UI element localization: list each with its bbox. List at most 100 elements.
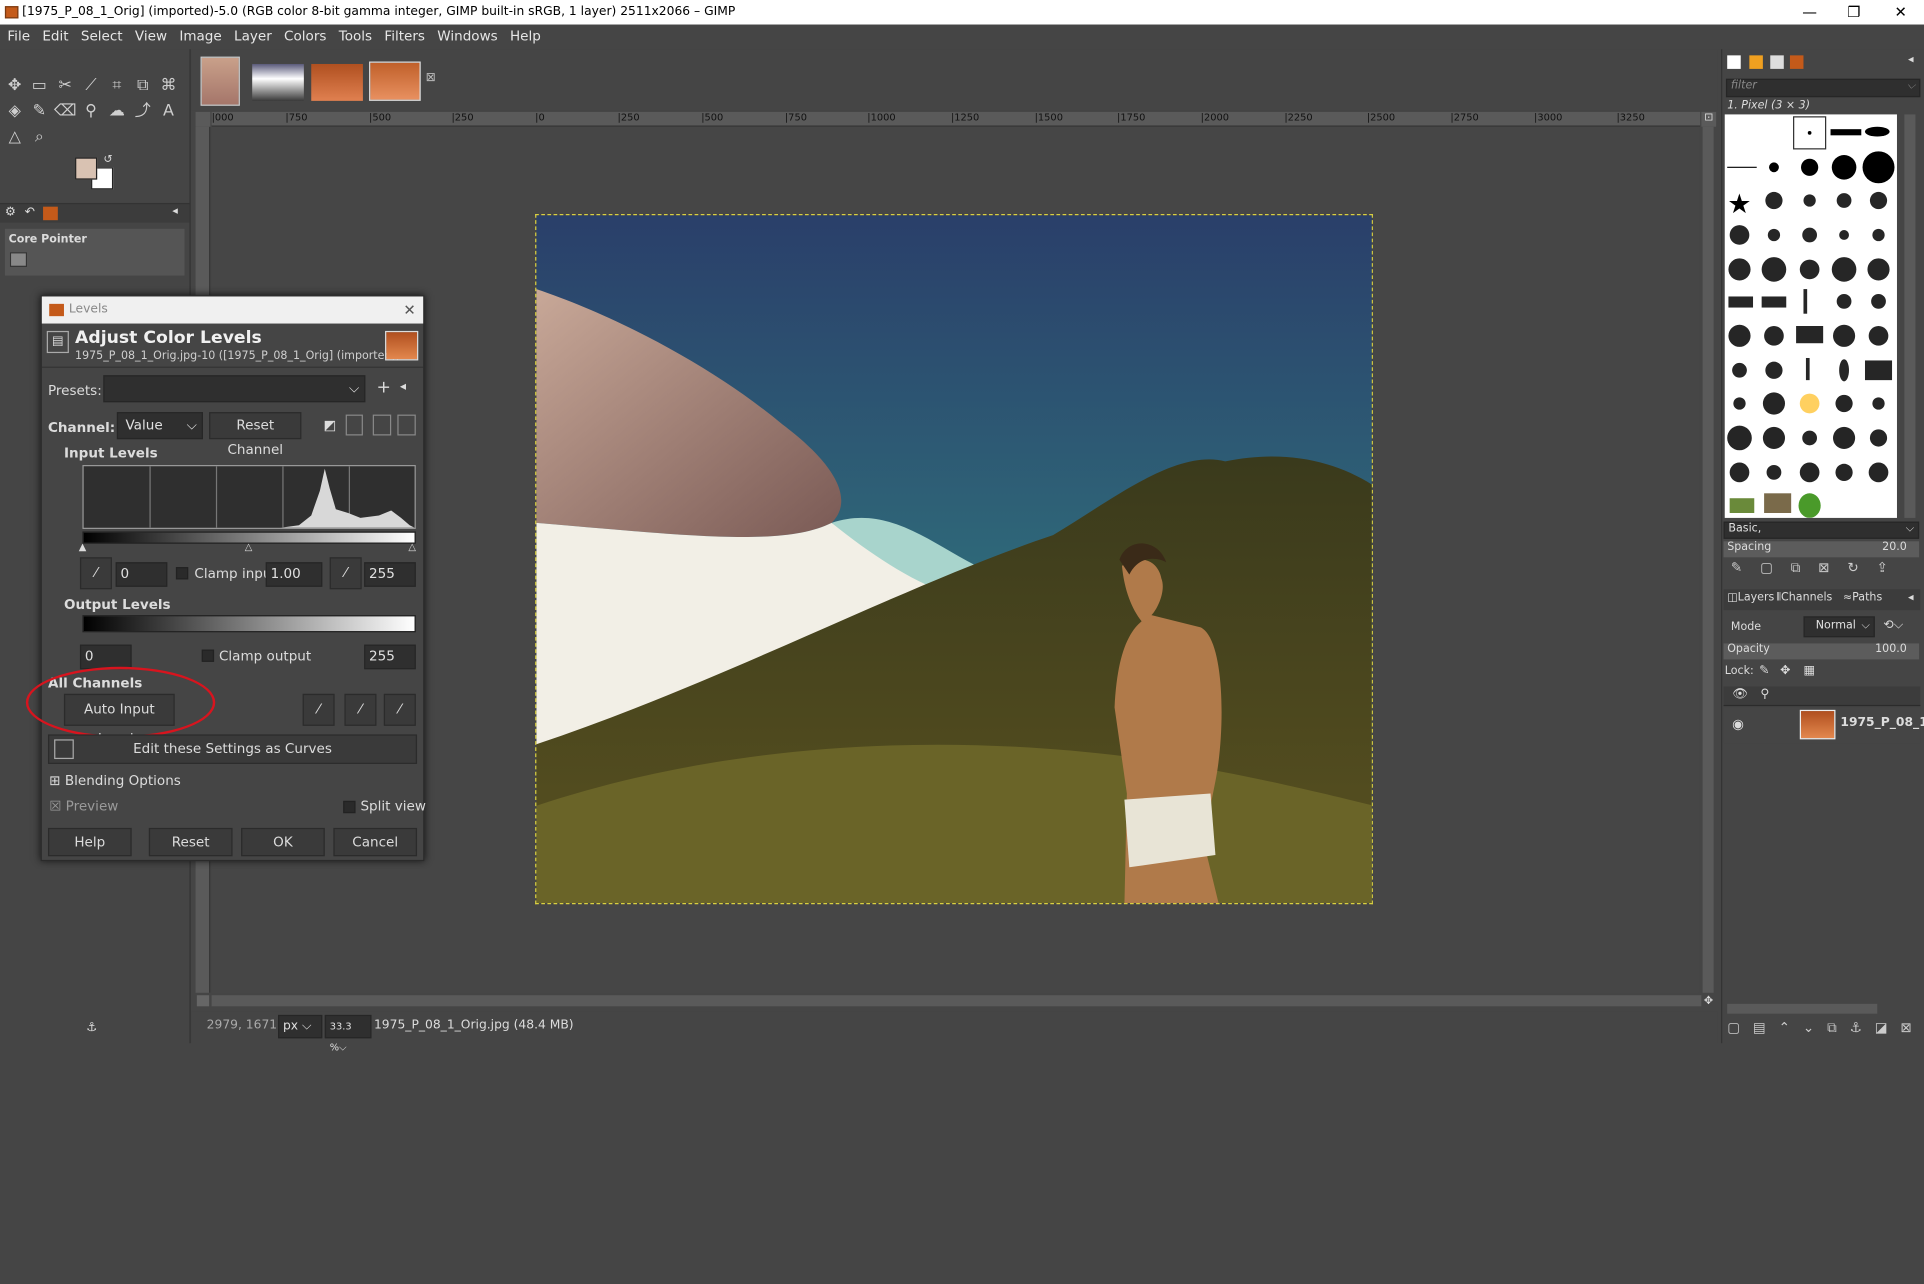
input-high-handle[interactable]: △ <box>408 541 416 552</box>
close-tab-icon[interactable]: ⊠ <box>426 71 436 85</box>
warp-transform-icon[interactable]: ⌘ <box>156 74 181 99</box>
lock-pixels-icon[interactable]: ✎ <box>1759 664 1769 678</box>
output-low-spinner[interactable]: 0 <box>79 644 132 670</box>
undo-history-tab-icon[interactable]: ↶ <box>25 205 35 219</box>
lock-position-icon[interactable]: ✥ <box>1780 664 1790 678</box>
tool-options-tab-icon[interactable]: ⚙ <box>5 205 16 219</box>
input-high-spinner[interactable]: 255 <box>364 562 416 587</box>
eye-icon[interactable]: ◉ <box>1732 716 1744 732</box>
zoom-icon[interactable]: ⌕ <box>27 125 52 150</box>
gamma-handle[interactable]: △ <box>245 541 253 552</box>
mode-switch-icon[interactable]: ⟲⌵ <box>1883 619 1903 633</box>
reset-button[interactable]: Reset <box>148 827 233 857</box>
measure-icon[interactable]: △ <box>2 125 27 150</box>
image-thumb-2[interactable] <box>252 63 304 101</box>
zoom-select[interactable]: 33.3 %⌵ <box>324 1014 372 1053</box>
image-thumb-4-active[interactable] <box>369 61 421 101</box>
menu-view[interactable]: View <box>128 25 172 50</box>
levels-close-icon[interactable]: ✕ <box>403 296 415 323</box>
anchor-layer-icon[interactable]: ⚓ <box>1850 1020 1862 1036</box>
fonts-tab-icon[interactable] <box>1770 55 1784 69</box>
menu-help[interactable]: Help <box>503 25 546 50</box>
zoom-to-fit-icon[interactable]: ⊡ <box>1701 111 1717 127</box>
black-eyedropper-button[interactable]: ⁄ <box>302 693 335 726</box>
brush-filter-input[interactable]: filter ⌵ <box>1725 78 1921 98</box>
new-brush-icon[interactable]: ▢ <box>1760 560 1773 576</box>
layer-row[interactable]: ◉ 1975_P_08_1_ <box>1723 707 1924 744</box>
help-button[interactable]: Help <box>47 827 132 857</box>
blending-options-expander[interactable]: ⊞ Blending Options <box>49 773 181 789</box>
add-preset-icon[interactable]: + <box>376 378 390 398</box>
reset-channel-button[interactable]: Reset Channel <box>209 412 302 458</box>
brush-grid[interactable]: ★ <box>1724 114 1897 518</box>
paths-tool-icon[interactable]: ⤴ <box>130 100 155 125</box>
scissors-icon[interactable]: ✂ <box>53 74 78 99</box>
raise-layer-icon[interactable]: ⌃ <box>1779 1020 1790 1036</box>
bucket-fill-icon[interactable]: ◈ <box>2 100 27 125</box>
quick-mask-toggle[interactable] <box>196 995 210 1007</box>
gradients-tab-icon[interactable] <box>1789 55 1804 69</box>
clamp-output-checkbox[interactable] <box>201 649 215 662</box>
image-thumb-1[interactable] <box>200 56 240 106</box>
duplicate-brush-icon[interactable]: ⧉ <box>1791 560 1801 576</box>
photo-image[interactable] <box>535 214 1373 905</box>
text-tool-icon[interactable]: A <box>156 100 181 125</box>
cancel-button[interactable]: Cancel <box>333 827 418 857</box>
ok-button[interactable]: OK <box>241 827 325 857</box>
menu-select[interactable]: Select <box>73 25 127 50</box>
input-low-handle[interactable]: ▲ <box>79 541 87 552</box>
gamma-spinner[interactable]: 1.00 <box>265 562 323 587</box>
dock-menu-icon[interactable]: ◂ <box>1908 54 1914 66</box>
tab-menu-icon[interactable]: ◂ <box>172 205 178 217</box>
quick-mask-corner[interactable] <box>195 111 211 127</box>
brushes-tab-icon[interactable] <box>1727 55 1741 69</box>
open-brush-icon[interactable]: ⇪ <box>1877 560 1888 576</box>
refresh-brushes-icon[interactable]: ↻ <box>1847 560 1858 576</box>
crop-icon[interactable]: ⌗ <box>105 74 130 99</box>
lock-alpha-icon[interactable]: ▦ <box>1803 664 1815 678</box>
delete-brush-icon[interactable]: ⊠ <box>1818 560 1829 576</box>
horizontal-scrollbar[interactable] <box>211 995 1702 1007</box>
menu-colors[interactable]: Colors <box>277 25 332 50</box>
lower-layer-icon[interactable]: ⌄ <box>1803 1020 1814 1036</box>
unified-transform-icon[interactable]: ⧉ <box>130 74 155 99</box>
preset-menu-icon[interactable]: ◂ <box>400 380 406 394</box>
output-high-spinner[interactable]: 255 <box>364 644 416 670</box>
clone-icon[interactable]: ⚲ <box>79 100 104 125</box>
edit-brush-icon[interactable]: ✎ <box>1731 560 1742 576</box>
new-layer-icon[interactable]: ▢ <box>1727 1020 1740 1036</box>
image-thumb-3[interactable] <box>311 63 363 101</box>
layers-hscrollbar[interactable] <box>1727 1003 1878 1014</box>
move-tool-icon[interactable]: ✥ <box>2 74 27 99</box>
swap-colors-icon[interactable]: ↺ <box>103 154 112 166</box>
dock-config-icon[interactable]: ⚓ <box>86 1021 97 1035</box>
patterns-tab-icon[interactable] <box>1749 55 1763 69</box>
white-eyedropper-button[interactable]: ⁄ <box>383 693 416 726</box>
navigate-icon[interactable]: ✥ <box>1704 995 1716 1007</box>
channel-dropdown[interactable]: Value ⌵ <box>116 412 203 440</box>
menu-windows[interactable]: Windows <box>430 25 503 50</box>
menu-edit[interactable]: Edit <box>35 25 74 50</box>
pick-black-point-button[interactable]: ⁄ <box>79 557 112 590</box>
split-view-checkbox[interactable] <box>343 800 356 814</box>
smudge-icon[interactable]: ☁ <box>105 100 130 125</box>
linear-histogram-icon[interactable]: ◩ <box>324 417 337 433</box>
unit-select[interactable]: px ⌵ <box>278 1014 323 1039</box>
delete-layer-icon[interactable]: ⊠ <box>1901 1020 1912 1036</box>
spacing-slider[interactable]: Spacing 20.0 <box>1723 541 1920 558</box>
images-tab-icon[interactable] <box>43 206 58 221</box>
menu-image[interactable]: Image <box>172 25 227 50</box>
layer-mode-dropdown[interactable]: Normal ⌵ <box>1803 616 1875 638</box>
tab-paths[interactable]: ≈Paths <box>1843 592 1882 604</box>
histogram-scale-icon[interactable] <box>397 414 416 436</box>
maximize-button[interactable]: ❐ <box>1834 0 1873 25</box>
layers-menu-icon[interactable]: ◂ <box>1908 592 1914 604</box>
paintbrush-icon[interactable]: ✎ <box>27 100 52 125</box>
eraser-icon[interactable]: ⌫ <box>53 100 78 125</box>
vertical-scrollbar[interactable] <box>1702 126 1714 993</box>
menu-layer[interactable]: Layer <box>227 25 277 50</box>
log-histogram-icon[interactable] <box>345 414 363 436</box>
edit-as-curves-button[interactable]: Edit these Settings as Curves <box>47 734 418 764</box>
close-button[interactable]: ✕ <box>1881 0 1920 25</box>
clamp-input-checkbox[interactable] <box>175 567 189 580</box>
